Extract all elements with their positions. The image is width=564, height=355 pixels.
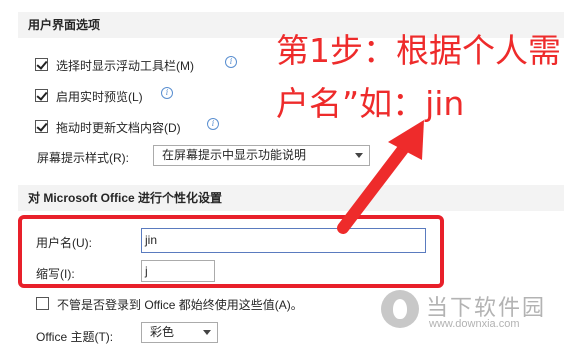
live-preview-label: 启用实时预览(L) [56,90,143,104]
update-on-drag-label: 拖动时更新文档内容(D) [56,121,181,135]
screentip-style-value: 在屏幕提示中显示功能说明 [162,148,307,162]
update-on-drag-checkbox[interactable] [35,120,48,133]
info-icon[interactable]: i [161,87,173,99]
info-icon[interactable]: i [225,56,237,68]
watermark-url: www.downxia.com [429,318,520,330]
office-theme-label: Office 主题(T): [36,330,114,344]
personalize-header: 对 Microsoft Office 进行个性化设置 [18,185,564,211]
floating-toolbar-checkbox[interactable] [35,58,48,71]
chevron-down-icon [203,330,211,335]
downxia-logo-icon [381,290,419,328]
always-use-label: 不管是否登录到 Office 都始终使用这些值(A)。 [57,298,303,312]
screentip-style-label: 屏幕提示样式(R): [37,151,129,165]
always-use-checkbox[interactable] [36,297,49,310]
office-theme-value: 彩色 [150,325,175,339]
red-arrow-icon [337,120,424,234]
annotation-line-1: 第1步：根据个人需 [276,31,561,70]
live-preview-checkbox[interactable] [35,89,48,102]
info-icon[interactable]: i [207,118,219,130]
floating-toolbar-label: 选择时显示浮动工具栏(M) [56,59,194,73]
office-theme-select[interactable]: 彩色 [141,322,218,343]
